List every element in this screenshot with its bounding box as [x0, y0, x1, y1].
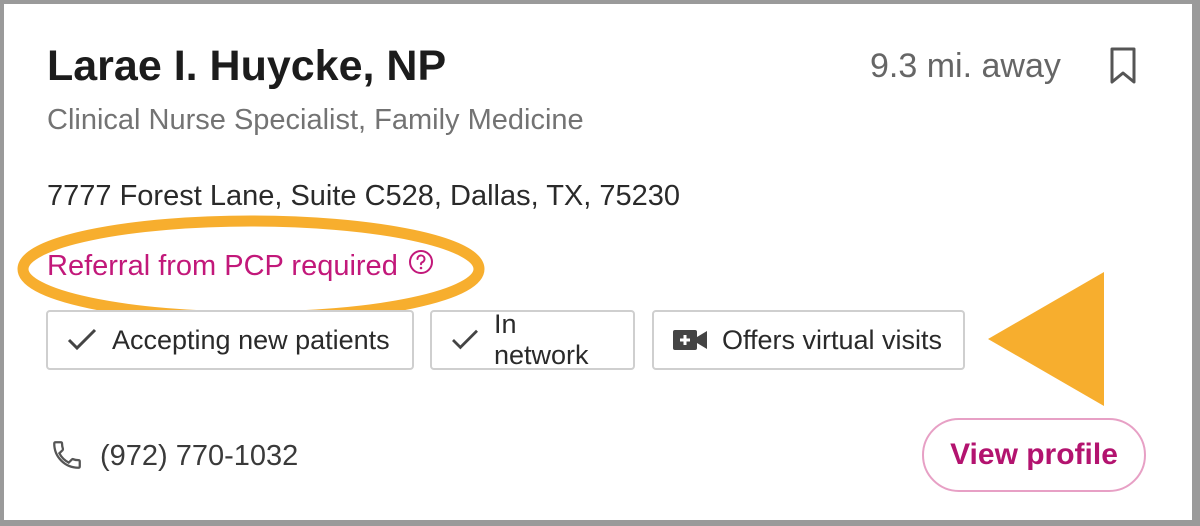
phone-icon [53, 441, 81, 469]
badge-in-network: In network [430, 309, 635, 370]
checkmark-icon [67, 328, 97, 351]
arrow-annotation [988, 272, 1104, 406]
badge-label: In network [494, 309, 589, 370]
badge-label: Offers virtual visits [722, 324, 943, 355]
provider-specialty: Clinical Nurse Specialist, Family Medici… [47, 104, 584, 136]
referral-notice: Referral from PCP required [47, 246, 434, 286]
help-circle-icon[interactable] [408, 249, 434, 275]
badge-accepting-new-patients: Accepting new patients [46, 310, 414, 370]
view-profile-button[interactable]: View profile [922, 418, 1146, 492]
provider-card: Larae I. Huycke, NP 9.3 mi. away Clinica… [4, 4, 1192, 520]
distance-label: 9.3 mi. away [870, 47, 1061, 85]
video-camera-icon [673, 330, 707, 350]
badge-offers-virtual-visits: Offers virtual visits [652, 310, 965, 370]
checkmark-icon [452, 329, 478, 350]
phone-number[interactable]: (972) 770-1032 [100, 436, 298, 476]
bookmark-icon[interactable] [1108, 46, 1138, 86]
badge-label: Accepting new patients [112, 324, 390, 355]
provider-address: 7777 Forest Lane, Suite C528, Dallas, TX… [47, 180, 681, 212]
referral-text: Referral from PCP required [47, 250, 398, 282]
provider-name: Larae I. Huycke, NP [47, 42, 447, 90]
